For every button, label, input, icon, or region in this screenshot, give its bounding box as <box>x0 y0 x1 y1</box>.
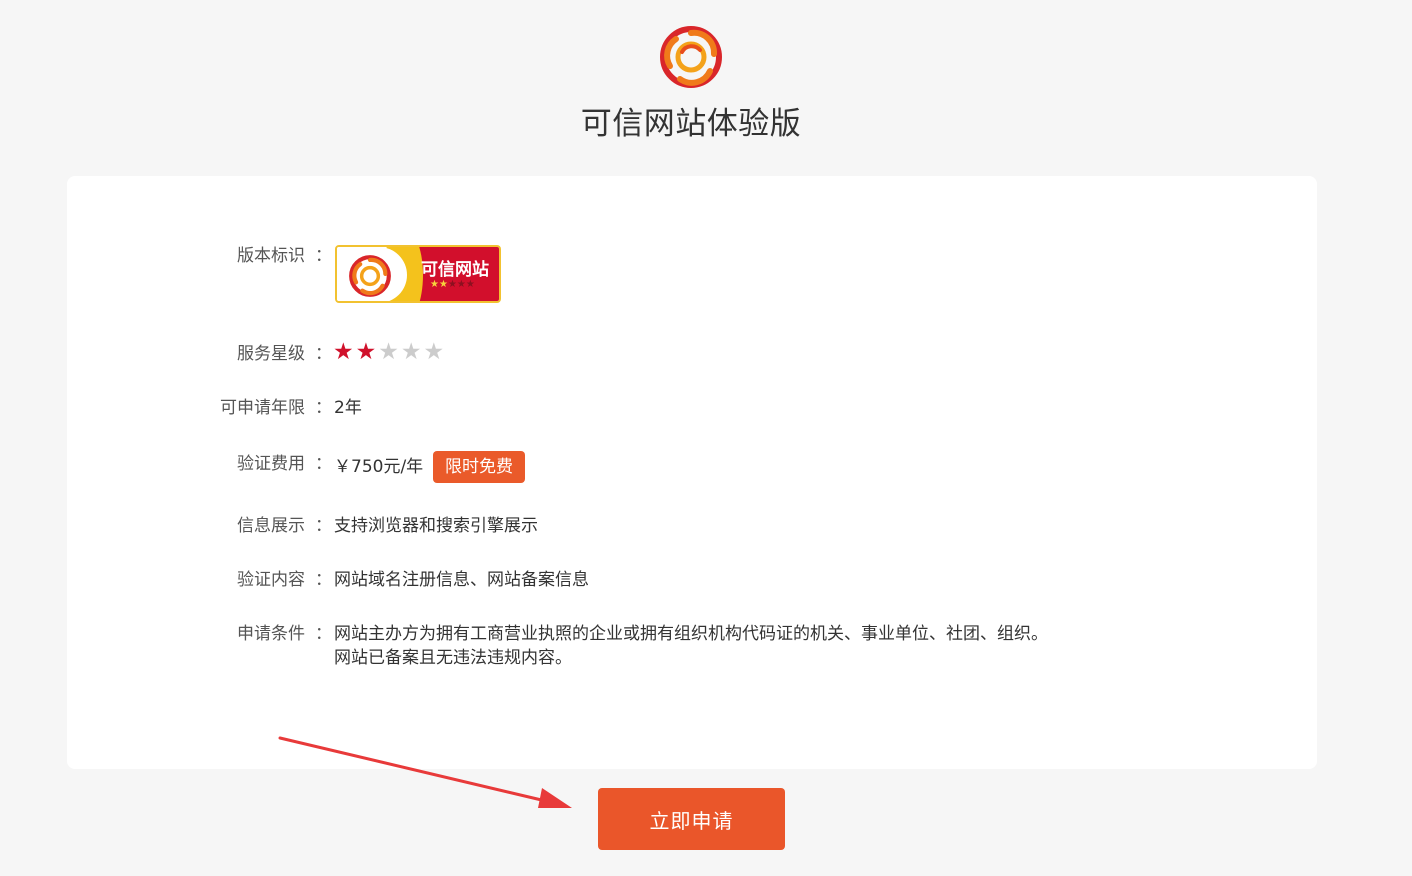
conditions-line-1: 网站主办方为拥有工商营业执照的企业或拥有组织机构代码证的机关、事业单位、社团、组… <box>334 624 1048 644</box>
badge-star-icon: ★ <box>430 279 439 290</box>
conditions-label: 申请条件 <box>237 624 305 644</box>
badge-star-icon: ★ <box>465 279 475 290</box>
badge-star-icon: ★ <box>438 279 448 290</box>
term-value: 2年 <box>334 398 362 418</box>
colon: ： <box>315 398 332 418</box>
page-title: 可信网站体验版 <box>580 106 802 142</box>
trusted-site-badge: 可信网站 ★★★★★ <box>335 245 501 303</box>
display-value: 支持浏览器和搜索引擎展示 <box>334 516 538 536</box>
colon: ： <box>315 570 332 590</box>
star-icon: ★ <box>378 339 401 365</box>
badge-star-icon: ★ <box>456 279 466 290</box>
badge-stars: ★★★★★ <box>430 279 475 290</box>
fee-label: 验证费用 <box>237 454 305 474</box>
content-value: 网站域名注册信息、网站备案信息 <box>334 570 589 590</box>
page: 可信网站体验版 版本标识 ： 可信网站 ★★★★★ 服务星级 ： ★★★★★ 可… <box>0 0 1412 876</box>
star-icon: ★ <box>400 339 424 365</box>
free-tag: 限时免费 <box>433 451 525 483</box>
service-level-label: 服务星级 <box>237 344 305 364</box>
badge-star-icon: ★ <box>447 279 457 290</box>
colon: ： <box>315 454 332 474</box>
details-card: 版本标识 ： 可信网站 ★★★★★ 服务星级 ： ★★★★★ 可申请年限 ： 2… <box>67 176 1317 769</box>
service-stars: ★★★★★ <box>333 340 446 364</box>
fee-value: ￥750元/年 <box>334 457 424 477</box>
display-label: 信息展示 <box>237 516 305 536</box>
conditions-line-2: 网站已备案且无违法违规内容。 <box>334 648 572 668</box>
colon: ： <box>315 344 332 364</box>
version-badge-label: 版本标识 <box>237 246 305 266</box>
star-icon: ★ <box>423 339 447 365</box>
content-label: 验证内容 <box>237 570 305 590</box>
colon: ： <box>315 246 332 266</box>
badge-logo-icon <box>349 255 391 297</box>
orange-ring-logo-icon <box>660 26 722 88</box>
colon: ： <box>315 624 332 644</box>
star-icon: ★ <box>355 339 379 365</box>
colon: ： <box>315 516 332 536</box>
badge-text: 可信网站 <box>421 260 489 280</box>
term-label: 可申请年限 <box>220 398 305 418</box>
apply-now-button[interactable]: 立即申请 <box>598 788 785 850</box>
star-icon: ★ <box>333 339 356 365</box>
